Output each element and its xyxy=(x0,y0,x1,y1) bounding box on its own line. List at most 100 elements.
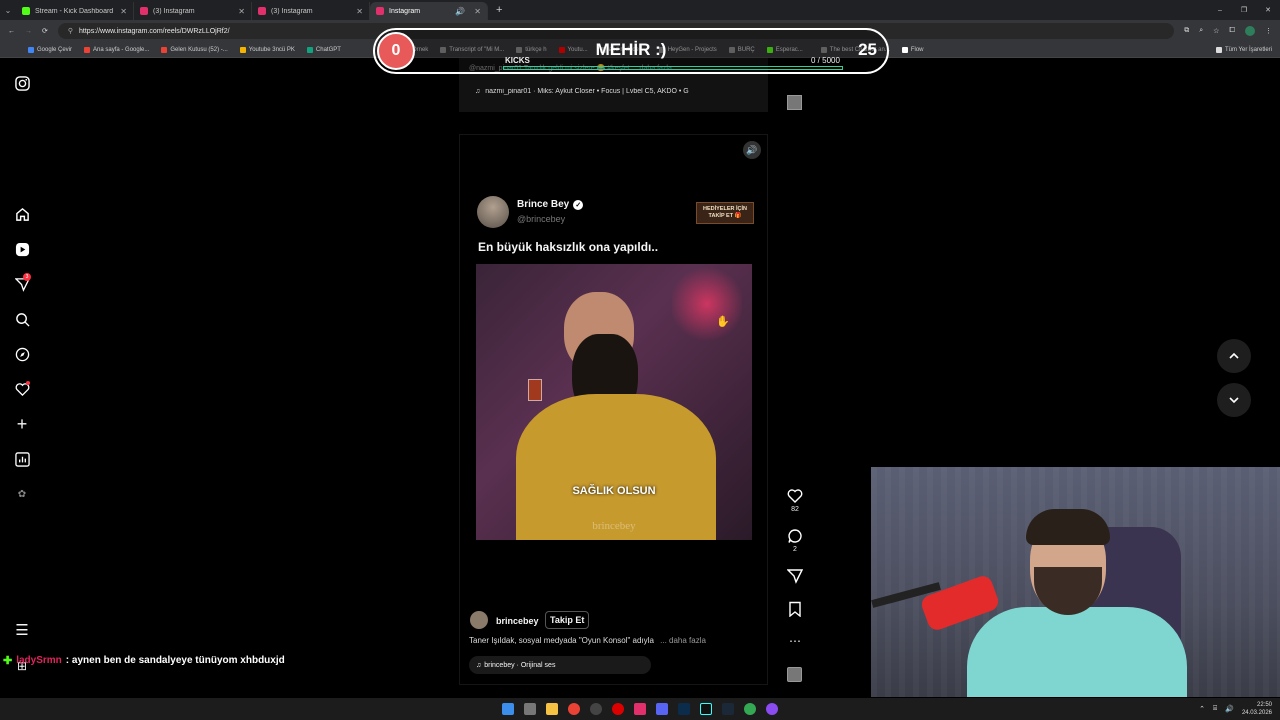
network-icon[interactable]: ⌸ xyxy=(1213,705,1217,713)
tiktok-icon[interactable] xyxy=(700,703,712,715)
bookmark-item[interactable]: ChatGPT xyxy=(306,46,341,53)
watermark-text: brincebey xyxy=(592,520,636,532)
more-link[interactable]: ... daha fazla xyxy=(660,636,706,645)
star-icon[interactable]: ☆ xyxy=(1213,27,1219,35)
chrome-icon[interactable] xyxy=(568,703,580,715)
create-icon[interactable]: + xyxy=(14,414,30,434)
save-action[interactable] xyxy=(784,601,806,619)
comment-action[interactable]: 2 xyxy=(784,528,806,553)
previous-audio-thumbnail[interactable] xyxy=(787,95,802,110)
tab-instagram-1[interactable]: (3) Instagram ✕ xyxy=(134,2,252,20)
instagram-icon[interactable] xyxy=(634,703,646,715)
verified-icon: ✓ xyxy=(573,199,584,210)
all-bookmarks[interactable]: Tüm Yer İşaretleri xyxy=(1215,46,1272,53)
tab-title: Instagram xyxy=(389,7,421,15)
more-options-icon[interactable]: ⋯ xyxy=(784,634,806,648)
goal-progress-bar xyxy=(503,66,843,70)
speaker-icon[interactable]: 🔊 xyxy=(743,141,761,159)
task-view-icon[interactable] xyxy=(524,703,536,715)
photoshop-icon[interactable] xyxy=(678,703,690,715)
chat-username: ladySrmn xyxy=(16,655,62,666)
bookmark-item[interactable]: Flow xyxy=(901,46,924,53)
reels-icon[interactable] xyxy=(14,241,30,257)
back-icon[interactable]: ← xyxy=(8,28,15,35)
more-menu-icon[interactable]: ☰ xyxy=(14,622,30,639)
share-action[interactable] xyxy=(784,568,806,586)
reel-video[interactable]: 🔊 Brince Bey ✓ @brincebey HEDİYELER İÇİN… xyxy=(459,134,768,685)
music-text: nazmi_pinar01 · Miks: Aykut Closer • Foc… xyxy=(485,88,689,95)
discord-icon[interactable] xyxy=(656,703,668,715)
file-explorer-icon[interactable] xyxy=(546,703,558,715)
chevron-down-icon xyxy=(1229,397,1239,404)
opera-icon[interactable] xyxy=(612,703,624,715)
home-icon[interactable] xyxy=(14,206,30,222)
forward-icon[interactable]: → xyxy=(25,28,32,35)
follow-button[interactable]: Takip Et xyxy=(545,611,590,629)
new-tab-button[interactable]: + xyxy=(496,4,502,16)
audio-pill[interactable]: ♫ brincebey · Orijinal ses xyxy=(469,656,651,674)
obs-icon[interactable] xyxy=(590,703,602,715)
menu-icon[interactable]: ⋮ xyxy=(1265,27,1272,35)
tab-kick-dashboard[interactable]: Stream - Kick Dashboard ✕ xyxy=(16,2,134,20)
profile-avatar[interactable]: ✿ xyxy=(14,486,30,502)
bookmark-item[interactable]: Gelen Kutusu (52) -... xyxy=(161,46,228,53)
extensions-icon[interactable]: ⧠ xyxy=(1229,27,1235,35)
chat-text: : aynen ben de sandalyeye tünüyom xhbdux… xyxy=(65,655,285,666)
poster-username[interactable]: brincebey xyxy=(496,616,539,626)
profile-avatar[interactable] xyxy=(1245,26,1255,36)
messages-icon[interactable]: 3 xyxy=(14,273,31,292)
minimize-icon[interactable]: – xyxy=(1208,7,1232,14)
comment-count: 2 xyxy=(793,546,797,553)
tab-title: (3) Instagram xyxy=(153,7,195,15)
zoom-icon[interactable]: ⌕ xyxy=(1199,27,1203,35)
instagram-icon xyxy=(258,7,266,15)
notifications-heart-icon[interactable] xyxy=(14,381,30,397)
volume-icon[interactable]: 🔊 xyxy=(1225,705,1234,713)
bookmark-item[interactable]: Ana sayfa - Google... xyxy=(84,46,149,53)
tab-instagram-active[interactable]: Instagram 🔊 ✕ xyxy=(370,2,488,20)
app-icon[interactable] xyxy=(766,703,778,715)
windows-start-icon[interactable] xyxy=(502,703,514,715)
share-icon[interactable] xyxy=(786,568,804,584)
instagram-sidebar: 3 + ✿ ☰ ⊞ xyxy=(0,58,45,698)
clock[interactable]: 22:50 24.03.2026 xyxy=(1242,701,1272,717)
audio-thumbnail[interactable] xyxy=(787,667,802,682)
dashboard-icon[interactable] xyxy=(14,451,30,467)
music-row[interactable]: ♫ nazmi_pinar01 · Miks: Aykut Closer • F… xyxy=(475,88,689,95)
install-icon[interactable]: ⧉ xyxy=(1184,27,1189,35)
close-icon[interactable]: ✕ xyxy=(120,7,127,16)
author-handle: @brincebey xyxy=(517,214,566,224)
restore-icon[interactable]: ❐ xyxy=(1232,6,1256,14)
like-action[interactable]: 82 xyxy=(784,488,806,513)
reel-video-frame[interactable]: SAĞLIK OLSUN brincebey xyxy=(476,264,752,540)
steam-icon[interactable] xyxy=(722,703,734,715)
tray-chevron-icon[interactable]: ⌃ xyxy=(1199,705,1205,713)
chevron-up-icon xyxy=(1229,352,1239,359)
tab-search-icon[interactable]: ⌄ xyxy=(0,6,16,15)
comment-icon[interactable] xyxy=(787,528,803,544)
close-icon[interactable]: ✕ xyxy=(356,7,363,16)
webcam-person-body xyxy=(967,607,1187,697)
reload-icon[interactable]: ⟳ xyxy=(42,27,48,35)
author-avatar xyxy=(477,196,509,228)
site-info-icon[interactable]: ⚲ xyxy=(68,27,73,35)
close-icon[interactable]: ✕ xyxy=(238,7,245,16)
search-icon[interactable] xyxy=(14,311,30,327)
tab-instagram-2[interactable]: (3) Instagram ✕ xyxy=(252,2,370,20)
bookmark-icon[interactable] xyxy=(787,601,803,618)
next-reel-button[interactable] xyxy=(1217,383,1251,417)
person-hoodie xyxy=(516,394,716,540)
instagram-logo-icon[interactable] xyxy=(14,75,30,91)
author-name: Brince Bey ✓ xyxy=(517,199,584,210)
poster-avatar[interactable] xyxy=(470,611,488,629)
explore-icon[interactable] xyxy=(14,346,30,362)
bookmark-item[interactable]: Youtube 3ncü PK xyxy=(239,46,295,53)
bookmark-item[interactable]: Google Çevir xyxy=(28,46,72,53)
chrome-active-icon[interactable] xyxy=(744,703,756,715)
close-icon[interactable]: ✕ xyxy=(474,7,481,16)
previous-reel-button[interactable] xyxy=(1217,339,1251,373)
heart-icon[interactable] xyxy=(787,488,803,504)
music-note-icon: ♫ xyxy=(475,88,481,95)
speaker-icon[interactable]: 🔊 xyxy=(455,7,465,16)
close-window-icon[interactable]: ✕ xyxy=(1256,6,1280,14)
